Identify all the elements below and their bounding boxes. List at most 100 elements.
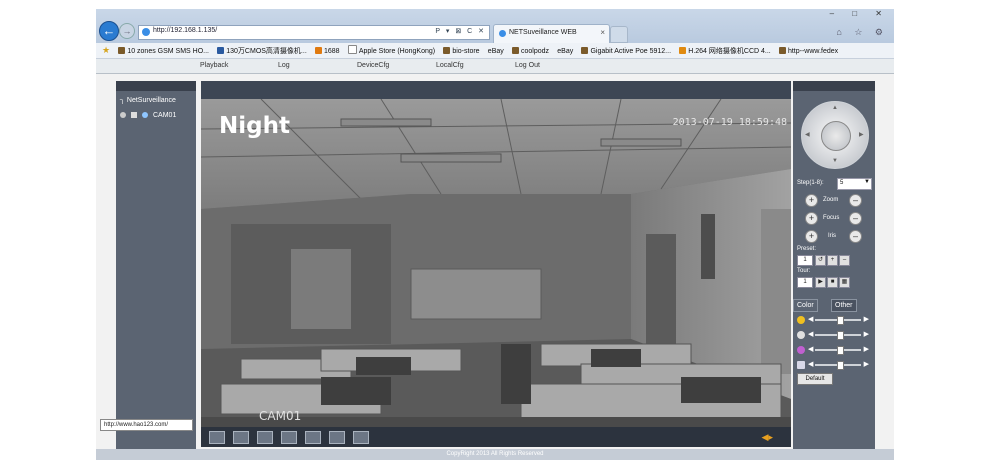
menu-devicecfg[interactable]: DeviceCfg xyxy=(357,62,389,69)
play-icon[interactable] xyxy=(131,112,137,118)
slider-left-arrow-icon[interactable]: ◀ xyxy=(808,360,813,368)
video-frame xyxy=(201,99,791,427)
ptz-direction-pad[interactable]: ▲ ▼ ◀ ▶ xyxy=(801,101,869,169)
slider-right-arrow-icon[interactable]: ▶ xyxy=(864,330,869,338)
favorite-item[interactable]: 1688 xyxy=(315,44,340,58)
camera-video-view[interactable]: Night 2013-07-19 18:59:48 CAM01 xyxy=(201,99,791,427)
slider-thumb[interactable] xyxy=(837,361,845,370)
add-preset-icon[interactable]: + xyxy=(827,255,838,266)
window-controls[interactable]: – □ ✕ xyxy=(830,9,890,18)
preset-label: Preset: xyxy=(797,246,817,252)
browser-window: ← → http://192.168.1.135/ P ▾ ⊠ C ✕ NETS… xyxy=(96,9,894,460)
close-tab-icon[interactable]: × xyxy=(600,28,605,37)
tour-label: Tour: xyxy=(797,268,811,274)
fullscreen-icon[interactable] xyxy=(209,431,225,444)
focus-label: Focus xyxy=(823,215,840,221)
back-button[interactable]: ← xyxy=(99,21,119,41)
close-all-icon[interactable] xyxy=(353,431,369,444)
focus-out-button[interactable]: – xyxy=(849,212,862,225)
saturation-slider[interactable]: ◀ ▶ xyxy=(797,345,871,355)
favorite-item[interactable]: eBay xyxy=(557,44,573,58)
zoom-label: Zoom xyxy=(823,197,839,203)
slider-thumb[interactable] xyxy=(837,331,845,340)
browser-tool-icons[interactable]: ⌂ ☆ ⚙ xyxy=(836,27,888,38)
forward-button[interactable]: → xyxy=(119,23,135,39)
device-tree-root[interactable]: ┐ NetSurveillance xyxy=(120,97,176,104)
night-overlay-label: Night xyxy=(219,113,290,139)
record-icon[interactable] xyxy=(120,112,126,118)
address-controls[interactable]: P ▾ ⊠ C ✕ xyxy=(435,27,486,35)
zoom-in-button[interactable]: + xyxy=(805,194,818,207)
video-top-bar xyxy=(201,81,791,99)
iris-close-button[interactable]: – xyxy=(849,230,862,243)
slider-left-arrow-icon[interactable]: ◀ xyxy=(808,345,813,353)
address-bar[interactable]: http://192.168.1.135/ P ▾ ⊠ C ✕ xyxy=(138,25,490,40)
copyright-text: CopyRight 2013 All Rights Reserved xyxy=(446,451,544,457)
menu-logout[interactable]: Log Out xyxy=(515,62,540,69)
camera-item[interactable]: CAM01 xyxy=(120,112,176,119)
favorite-item[interactable]: http--www.fedex xyxy=(778,44,838,58)
brightness-slider[interactable]: ◀ ▶ xyxy=(797,315,871,325)
preset-input[interactable]: 1 xyxy=(797,255,813,266)
record-icon[interactable] xyxy=(281,431,297,444)
contrast-icon xyxy=(797,331,805,339)
left-arrow-icon[interactable]: ◀ xyxy=(805,131,810,138)
slider-right-arrow-icon[interactable]: ▶ xyxy=(864,315,869,323)
favorites-bar: ★ 10 zones GSM SMS HO... 130万CMOS高清摄像机..… xyxy=(96,43,894,59)
favorites-star-icon[interactable]: ★ xyxy=(102,43,110,58)
new-tab-button[interactable] xyxy=(610,26,628,43)
favorite-item[interactable]: 130万CMOS高清摄像机... xyxy=(217,44,307,58)
favorite-item[interactable]: 10 zones GSM SMS HO... xyxy=(118,44,209,58)
device-list-panel: ┐ NetSurveillance CAM01 xyxy=(116,81,196,449)
favorite-item[interactable]: eBay xyxy=(488,44,504,58)
quad-view-icon[interactable] xyxy=(257,431,273,444)
goto-preset-icon[interactable]: ↺ xyxy=(815,255,826,266)
favorite-item[interactable]: coolpodz xyxy=(512,44,549,58)
chevron-down-icon: ▼ xyxy=(864,179,870,185)
menu-log[interactable]: Log xyxy=(278,62,290,69)
focus-in-button[interactable]: + xyxy=(805,212,818,225)
panel-header xyxy=(793,81,875,91)
tab-title: NETSuveillance WEB xyxy=(509,29,577,36)
favorite-item[interactable]: bio-store xyxy=(443,44,480,58)
slider-thumb[interactable] xyxy=(837,316,845,325)
panel-header xyxy=(116,81,196,91)
video-control-bar: ◀▸ xyxy=(201,427,791,447)
tour-grid-icon[interactable]: ▦ xyxy=(839,277,850,288)
favorite-item[interactable]: Gigabit Active Poe 5912... xyxy=(581,44,671,58)
menu-localcfg[interactable]: LocalCfg xyxy=(436,62,464,69)
ptz-center-button[interactable] xyxy=(821,121,851,151)
default-button[interactable]: Default xyxy=(797,373,833,385)
zoom-out-button[interactable]: – xyxy=(849,194,862,207)
speaker-icon[interactable]: ◀▸ xyxy=(762,432,773,443)
contrast-slider[interactable]: ◀ ▶ xyxy=(797,330,871,340)
remove-preset-icon[interactable]: – xyxy=(839,255,850,266)
favorite-item[interactable]: Apple Store (HongKong) xyxy=(347,44,435,58)
tab-other[interactable]: Other xyxy=(831,299,857,312)
tab-color[interactable]: Color xyxy=(793,299,818,312)
slider-left-arrow-icon[interactable]: ◀ xyxy=(808,315,813,323)
down-arrow-icon[interactable]: ▼ xyxy=(832,158,838,164)
menu-playback[interactable]: Playback xyxy=(200,62,228,69)
slider-right-arrow-icon[interactable]: ▶ xyxy=(864,345,869,353)
step-select[interactable]: 5 ▼ xyxy=(837,178,872,190)
browser-tab[interactable]: NETSuveillance WEB × xyxy=(493,24,610,44)
single-view-icon[interactable] xyxy=(233,431,249,444)
slider-thumb[interactable] xyxy=(837,346,845,355)
iris-open-button[interactable]: + xyxy=(805,230,818,243)
hue-slider[interactable]: ◀ ▶ xyxy=(797,360,871,370)
up-arrow-icon[interactable]: ▲ xyxy=(832,105,838,111)
snapshot-icon[interactable] xyxy=(305,431,321,444)
talk-icon[interactable] xyxy=(329,431,345,444)
tab-ie-icon xyxy=(499,30,506,37)
app-menu-bar: Playback Log DeviceCfg LocalCfg Log Out xyxy=(96,59,894,74)
slider-right-arrow-icon[interactable]: ▶ xyxy=(864,360,869,368)
slider-left-arrow-icon[interactable]: ◀ xyxy=(808,330,813,338)
favorite-item[interactable]: H.264 网络摄像机CCD 4... xyxy=(679,44,771,58)
video-channel-label: CAM01 xyxy=(259,409,302,423)
right-arrow-icon[interactable]: ▶ xyxy=(859,131,864,138)
tour-play-icon[interactable]: ▶ xyxy=(815,277,826,288)
tour-stop-icon[interactable]: ■ xyxy=(827,277,838,288)
status-link-tooltip: http://www.hao123.com/ xyxy=(100,419,193,431)
tour-input[interactable]: 1 xyxy=(797,277,813,288)
